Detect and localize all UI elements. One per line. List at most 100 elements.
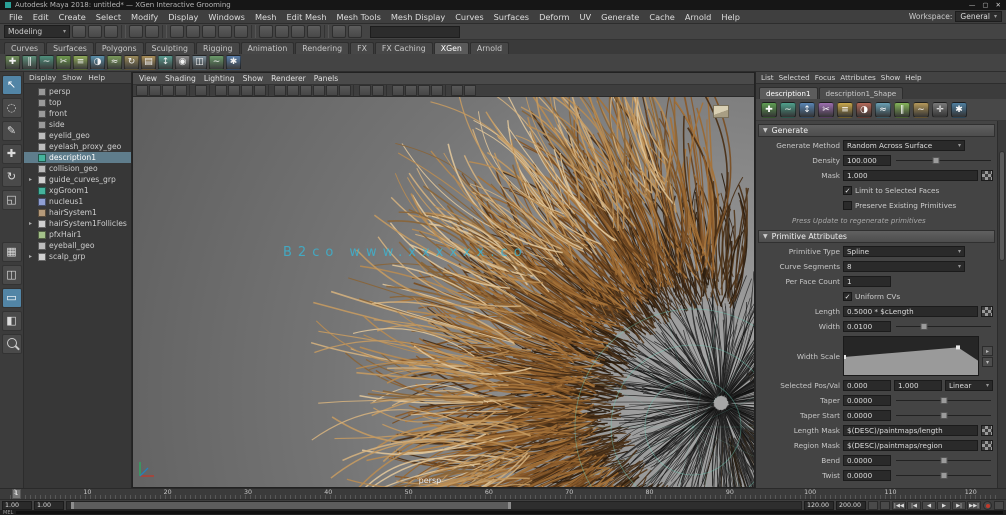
section-header-generate[interactable]: ▼Generate xyxy=(758,124,995,137)
range-slider-fill[interactable] xyxy=(71,502,511,509)
menu-uv[interactable]: UV xyxy=(575,11,597,23)
scale-tool[interactable]: ◱ xyxy=(2,190,22,210)
menu-edit-mesh[interactable]: Edit Mesh xyxy=(282,11,332,23)
create-description-icon[interactable]: ✚ xyxy=(5,55,20,70)
smooth-brush-icon[interactable]: ∼ xyxy=(209,55,224,70)
film-gate-icon[interactable] xyxy=(405,85,417,96)
viewport-menu-lighting[interactable]: Lighting xyxy=(204,74,235,83)
density-brush-icon[interactable]: ≡ xyxy=(73,55,88,70)
checkbox-uniform-cvs[interactable]: ✓ xyxy=(843,292,852,301)
slider-handle[interactable] xyxy=(920,323,927,330)
open-scene-icon[interactable] xyxy=(88,25,102,38)
attribute-tab-description1[interactable]: description1 xyxy=(759,87,818,99)
transport-button-1[interactable]: |◀ xyxy=(907,501,921,510)
command-line-label[interactable]: MEL xyxy=(3,510,13,515)
transport-button-4[interactable]: ▶| xyxy=(952,501,966,510)
shelf-tab-rendering[interactable]: Rendering xyxy=(295,42,349,54)
freeze-brush-icon[interactable]: ✱ xyxy=(226,55,241,70)
field-twist[interactable]: 0.0000 xyxy=(843,470,891,481)
shelf-tab-rigging[interactable]: Rigging xyxy=(196,42,240,54)
attribute-menu-help[interactable]: Help xyxy=(905,73,921,82)
maximize-button[interactable]: ▢ xyxy=(982,1,988,9)
menu-deform[interactable]: Deform xyxy=(534,11,574,23)
width-tool-icon[interactable]: ◑ xyxy=(856,102,872,118)
field-density[interactable]: 100.000 xyxy=(843,155,891,166)
animation-start-field[interactable]: 1.00 xyxy=(2,501,32,510)
resolution-gate-icon[interactable] xyxy=(392,85,404,96)
isolate-select-icon[interactable] xyxy=(359,85,371,96)
viewport-canvas[interactable]: B2co www.xxxxxx.co persp xyxy=(133,97,754,487)
multisampling-icon[interactable] xyxy=(464,85,476,96)
dropdown-generate-method[interactable]: Random Across Surface▾ xyxy=(843,140,965,151)
workspace-dropdown[interactable]: General ▾ xyxy=(955,11,1002,22)
outliner-item-nucleus1[interactable]: nucleus1 xyxy=(24,196,131,207)
grease-pencil-icon[interactable] xyxy=(451,85,463,96)
menu-set-dropdown[interactable]: Modeling ▾ xyxy=(4,25,70,38)
render-settings-icon[interactable] xyxy=(307,25,321,38)
attribute-tab-description1-shape[interactable]: description1_Shape xyxy=(819,87,904,99)
select-tool[interactable]: ↖ xyxy=(2,75,22,95)
paint-select-tool[interactable]: ✎ xyxy=(2,121,22,141)
playback-end-field[interactable]: 120.00 xyxy=(804,501,834,510)
menu-help[interactable]: Help xyxy=(716,11,745,23)
selected-position-field[interactable]: 0.000 xyxy=(843,380,891,391)
outliner-item-xggroom1[interactable]: xgGroom1 xyxy=(24,185,131,196)
zoom-tool[interactable] xyxy=(2,334,22,354)
shelf-tab-surfaces[interactable]: Surfaces xyxy=(46,42,94,54)
selected-value-field[interactable]: 1.000 xyxy=(894,380,942,391)
use-all-lights-icon[interactable] xyxy=(339,85,351,96)
field-taper[interactable]: 0.0000 xyxy=(843,395,891,406)
viewport-menu-view[interactable]: View xyxy=(139,74,157,83)
field-per-face-count[interactable]: 1 xyxy=(843,276,891,287)
preview-toggle-icon[interactable]: ◉ xyxy=(175,55,190,70)
interpolation-dropdown[interactable]: Linear▾ xyxy=(945,380,993,391)
menu-cache[interactable]: Cache xyxy=(644,11,679,23)
width-brush-icon[interactable]: ◫ xyxy=(192,55,207,70)
snap-to-curve-icon[interactable] xyxy=(186,25,200,38)
bookmarks-icon[interactable] xyxy=(175,85,187,96)
close-button[interactable]: ✕ xyxy=(996,1,1001,9)
smooth-shade-icon[interactable] xyxy=(300,85,312,96)
slider-width[interactable] xyxy=(894,321,993,332)
comb-tool-icon[interactable]: ~ xyxy=(780,102,796,118)
field-taper-start[interactable]: 0.0000 xyxy=(843,410,891,421)
range-slider[interactable] xyxy=(66,501,802,510)
layout-single-pane[interactable]: ▭ xyxy=(2,288,22,308)
slider-taper-start[interactable] xyxy=(894,410,993,421)
outliner-item-eyeball-geo[interactable]: eyeball_geo xyxy=(24,240,131,251)
construction-history-icon[interactable] xyxy=(259,25,273,38)
time-slider[interactable]: 1 1102030405060708090100110120 xyxy=(0,488,1006,499)
snap-to-point-icon[interactable] xyxy=(202,25,216,38)
animation-end-field[interactable]: 200.00 xyxy=(836,501,866,510)
field-length[interactable]: 0.5000 * $cLength xyxy=(843,306,978,317)
shelf-tab-polygons[interactable]: Polygons xyxy=(95,42,144,54)
shelf-tab-xgen[interactable]: XGen xyxy=(434,42,469,54)
ramp-map-button[interactable]: ▾ xyxy=(982,357,993,367)
texture-map-button[interactable] xyxy=(981,306,993,317)
slider-handle[interactable] xyxy=(940,397,947,404)
attribute-menu-show[interactable]: Show xyxy=(881,73,900,82)
render-current-frame-icon[interactable] xyxy=(275,25,289,38)
field-length-mask[interactable]: $(DESC)/paintmaps/length xyxy=(843,425,978,436)
coil-modifier-icon[interactable]: ↻ xyxy=(124,55,139,70)
texture-map-button[interactable] xyxy=(981,170,993,181)
field-chart-icon[interactable] xyxy=(431,85,443,96)
menu-create[interactable]: Create xyxy=(54,11,91,23)
menu-arnold[interactable]: Arnold xyxy=(680,11,717,23)
shelf-tab-fx-caching[interactable]: FX Caching xyxy=(375,42,433,54)
default-material-icon[interactable] xyxy=(274,85,286,96)
viewport-menu-renderer[interactable]: Renderer xyxy=(271,74,306,83)
grab-tool-icon[interactable]: ✛ xyxy=(932,102,948,118)
make-live-icon[interactable] xyxy=(234,25,248,38)
dropdown-curve-segments[interactable]: 8▾ xyxy=(843,261,965,272)
x-ray-icon[interactable] xyxy=(372,85,384,96)
viewport-menu-show[interactable]: Show xyxy=(243,74,264,83)
outliner-item-eyelash-proxy-geo[interactable]: eyelash_proxy_geo xyxy=(24,141,131,152)
part-tool-icon[interactable]: ∥ xyxy=(894,102,910,118)
motion-blur-icon[interactable] xyxy=(254,85,266,96)
menu-mesh[interactable]: Mesh xyxy=(250,11,282,23)
freeze-tool-icon[interactable]: ✱ xyxy=(951,102,967,118)
camera-attributes-icon[interactable] xyxy=(162,85,174,96)
outliner-item-hairsystem1follicles[interactable]: ▸hairSystem1Follicles xyxy=(24,218,131,229)
ramp-expand-button[interactable]: ▸ xyxy=(982,346,993,356)
